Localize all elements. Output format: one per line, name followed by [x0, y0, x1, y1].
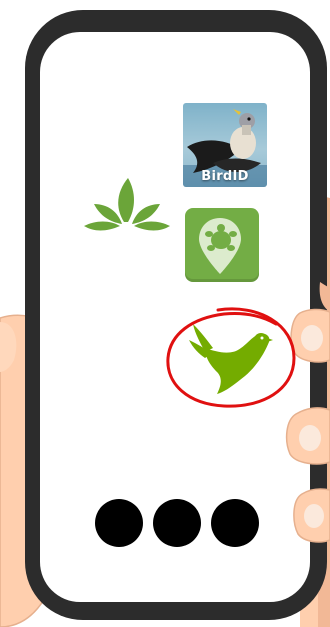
dot-3[interactable] [211, 499, 259, 547]
birdid-app-icon[interactable]: BirdID [183, 103, 267, 187]
dot-1[interactable] [95, 499, 143, 547]
green-bird-icon [189, 324, 273, 394]
birdid-app-label: BirdID [201, 169, 249, 184]
illustration-scene: BirdID [0, 0, 330, 627]
dot-2[interactable] [153, 499, 201, 547]
map-pin-app-icon[interactable] [185, 208, 259, 282]
plantnet-app-icon[interactable] [84, 176, 170, 234]
inaturalist-app-icon[interactable] [187, 318, 273, 396]
pagination-dots [95, 499, 260, 549]
leaf-sprout-icon [84, 178, 170, 231]
map-pin-turtle-icon [199, 218, 241, 274]
